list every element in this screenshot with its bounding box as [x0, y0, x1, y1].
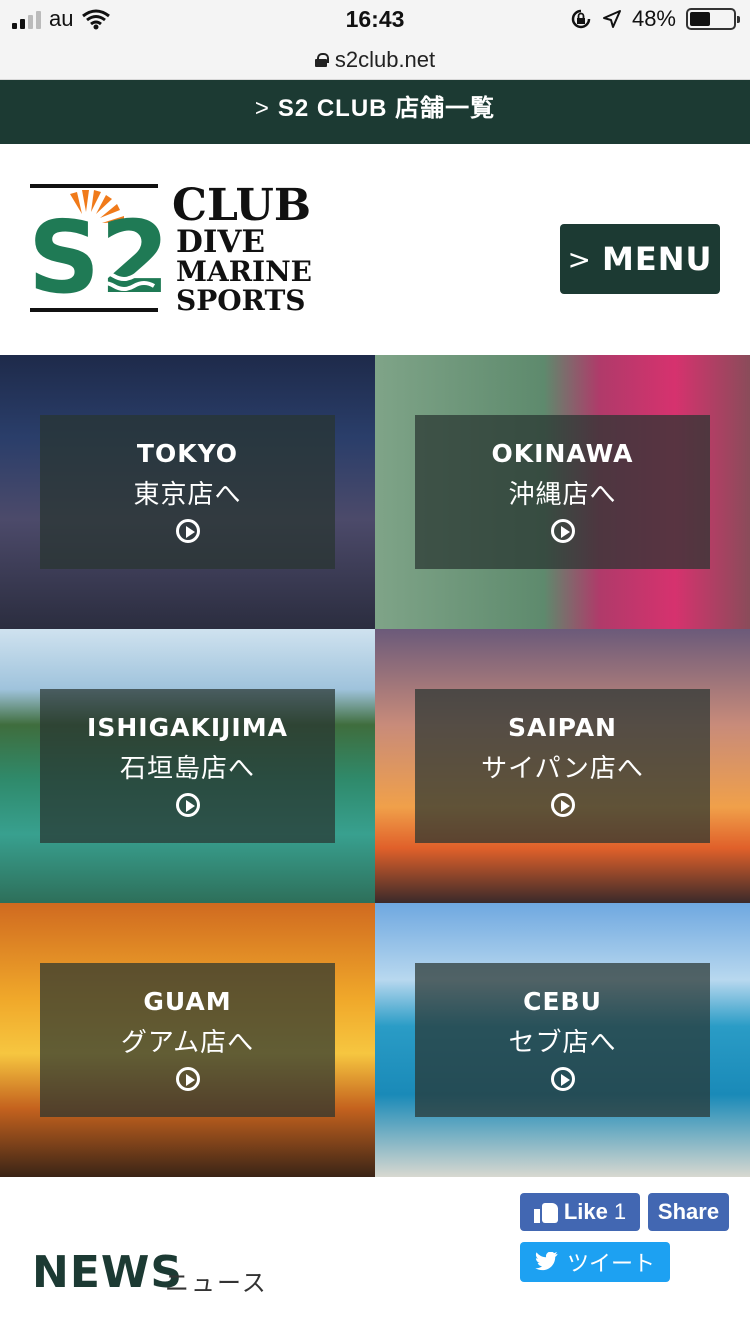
tweet-button[interactable]: ツイート — [520, 1242, 670, 1282]
store-name-en: SAIPAN — [508, 713, 617, 742]
url-text: s2club.net — [334, 46, 436, 72]
lock-icon — [314, 52, 329, 67]
store-tile-overlay: GUAM グアム店へ — [40, 963, 335, 1117]
store-name-en: ISHIGAKIJIMA — [87, 713, 288, 742]
logo-sports: SPORTS — [176, 284, 306, 317]
store-tile-ishigakijima[interactable]: ISHIGAKIJIMA 石垣島店へ — [0, 629, 375, 903]
like-label: Like — [563, 1199, 608, 1224]
store-tile-overlay: OKINAWA 沖縄店へ — [415, 415, 710, 569]
site-logo[interactable]: S2 CLUB DIVE MARINE SPORTS — [30, 182, 330, 317]
store-name-ja: セブ店へ — [508, 1027, 617, 1057]
store-name-en: GUAM — [143, 987, 232, 1016]
url-bar[interactable]: s2club.net — [0, 40, 750, 80]
play-circle-icon — [550, 1067, 575, 1091]
facebook-share-button[interactable]: Share — [648, 1193, 729, 1231]
news-heading: NEWS — [32, 1247, 184, 1298]
store-tile-saipan[interactable]: SAIPAN サイパン店へ — [375, 629, 750, 903]
play-circle-icon — [175, 519, 200, 543]
news-subheading: ニュース — [165, 1270, 268, 1297]
menu-button[interactable]: > MENU — [560, 224, 720, 294]
store-name-en: TOKYO — [136, 439, 239, 468]
chevron-right-icon: > — [254, 95, 270, 122]
battery-fill — [690, 12, 710, 26]
store-tile-guam[interactable]: GUAM グアム店へ — [0, 903, 375, 1177]
rotation-lock-icon — [571, 9, 591, 29]
store-name-ja: 沖縄店へ — [508, 479, 617, 509]
store-list-link[interactable]: > S2 CLUB 店舗一覧 — [0, 80, 750, 144]
store-name-ja: グアム店へ — [120, 1027, 255, 1057]
facebook-like-button[interactable]: Like 1 — [520, 1193, 640, 1231]
site-header: S2 CLUB DIVE MARINE SPORTS > MENU — [0, 144, 750, 355]
play-circle-icon — [550, 519, 575, 543]
status-bar: au 16:43 48% — [0, 0, 750, 40]
store-name-en: OKINAWA — [491, 439, 634, 468]
store-name-ja: 東京店へ — [133, 479, 242, 509]
store-tile-overlay: CEBU セブ店へ — [415, 963, 710, 1117]
store-tile-tokyo[interactable]: TOKYO 東京店へ — [0, 355, 375, 629]
location-arrow-icon — [602, 10, 621, 28]
store-tile-overlay: SAIPAN サイパン店へ — [415, 689, 710, 843]
store-grid: TOKYO 東京店へ OKINAWA 沖縄店へ ISHIGAKIJIMA 石垣島… — [0, 355, 750, 1177]
share-label: Share — [657, 1199, 720, 1224]
twitter-bird-icon — [535, 1252, 558, 1271]
logo-mark: S2 — [30, 199, 170, 316]
store-tile-okinawa[interactable]: OKINAWA 沖縄店へ — [375, 355, 750, 629]
play-circle-icon — [175, 1067, 200, 1091]
like-count: 1 — [613, 1199, 627, 1224]
play-circle-icon — [175, 793, 200, 817]
store-name-ja: 石垣島店へ — [119, 753, 255, 783]
chevron-right-icon: > — [567, 242, 592, 276]
store-name-ja: サイパン店へ — [481, 753, 644, 783]
battery-percent: 48% — [631, 6, 676, 31]
store-tile-overlay: ISHIGAKIJIMA 石垣島店へ — [40, 689, 335, 843]
play-circle-icon — [550, 793, 575, 817]
store-tile-overlay: TOKYO 東京店へ — [40, 415, 335, 569]
news-section: Like 1 Share ツイート NEWS ニュース — [0, 1177, 750, 1334]
thumbs-up-icon — [533, 1201, 558, 1223]
battery-icon — [686, 8, 740, 30]
status-right: 48% — [570, 6, 740, 32]
store-name-en: CEBU — [523, 987, 602, 1016]
tweet-label: ツイート — [566, 1251, 655, 1276]
store-list-label: S2 CLUB 店舗一覧 — [277, 95, 496, 122]
menu-label: MENU — [602, 240, 713, 278]
store-tile-cebu[interactable]: CEBU セブ店へ — [375, 903, 750, 1177]
